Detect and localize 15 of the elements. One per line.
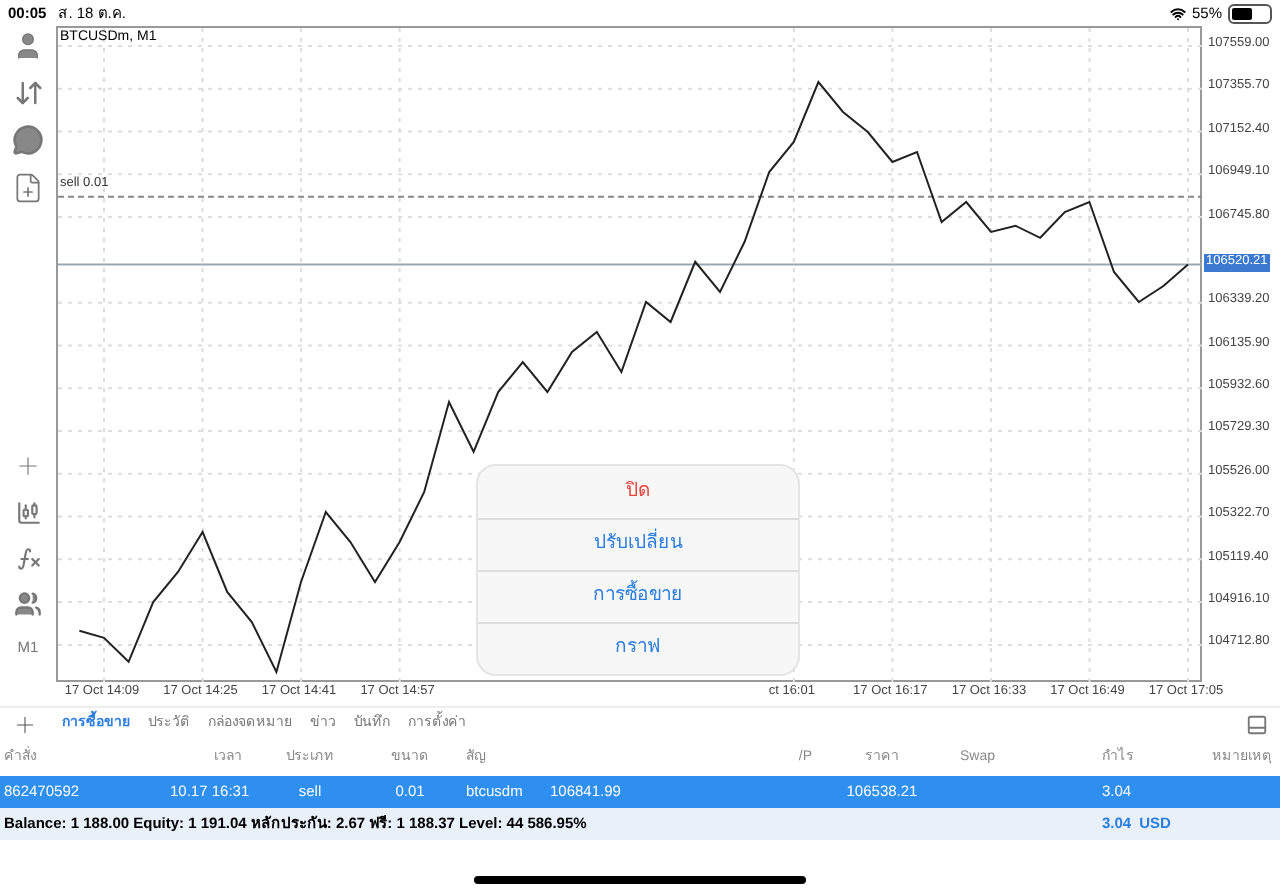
menu-item[interactable]: ปรับเปลี่ยน bbox=[478, 518, 798, 570]
menu-item[interactable]: ปิด bbox=[478, 466, 798, 518]
menu-item[interactable]: กราฟ bbox=[478, 622, 798, 674]
new-document-icon[interactable] bbox=[12, 172, 44, 204]
wifi-icon bbox=[1169, 5, 1186, 21]
chat-icon[interactable] bbox=[12, 124, 44, 156]
layout-icon[interactable] bbox=[1246, 713, 1268, 735]
account-icon[interactable] bbox=[12, 30, 44, 62]
people-icon[interactable] bbox=[14, 590, 42, 618]
battery-icon bbox=[1228, 3, 1272, 23]
function-icon[interactable] bbox=[15, 546, 41, 572]
candles-icon[interactable] bbox=[15, 500, 41, 526]
add-icon[interactable] bbox=[12, 711, 38, 737]
trade-arrows-icon[interactable] bbox=[13, 78, 43, 108]
menu-item[interactable]: การซื้อขาย bbox=[478, 570, 798, 622]
